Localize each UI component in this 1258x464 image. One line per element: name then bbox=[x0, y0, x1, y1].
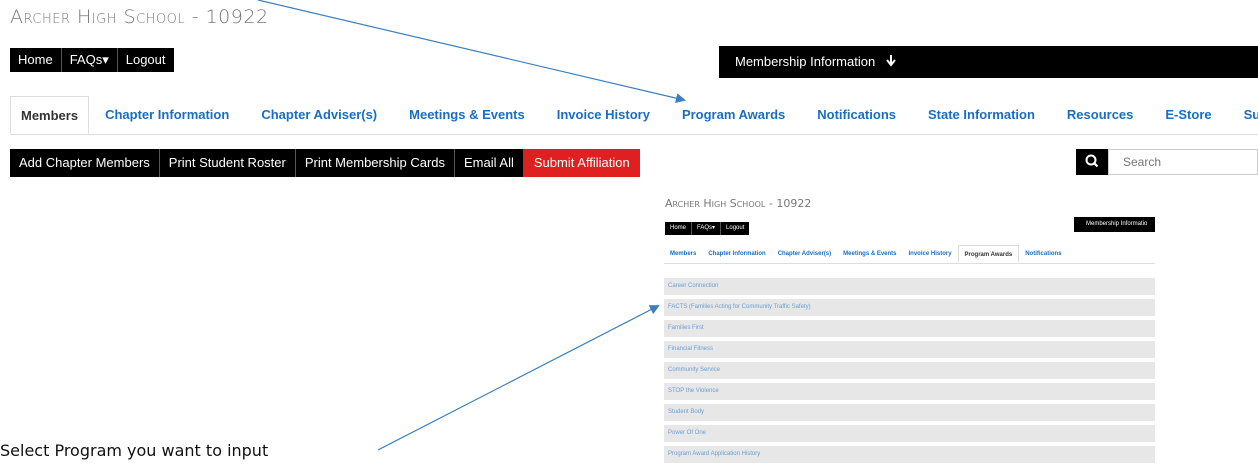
inset-school-title: Archer High School - 10922 bbox=[665, 197, 812, 210]
print-student-roster-button[interactable]: Print Student Roster bbox=[159, 149, 296, 177]
main-tabs: Members Chapter Information Chapter Advi… bbox=[10, 96, 1258, 135]
tab-resources[interactable]: Resources bbox=[1051, 96, 1149, 134]
inset-logout-button[interactable]: Logout bbox=[721, 222, 750, 235]
arrow-to-program-list bbox=[377, 305, 660, 451]
inset-top-nav: Home FAQs▾ Logout bbox=[665, 222, 750, 235]
program-item[interactable]: Career Connection bbox=[664, 278, 1155, 299]
program-item[interactable]: STOP the Violence bbox=[664, 383, 1155, 404]
program-list: Career Connection FACTS (Families Acting… bbox=[664, 278, 1155, 464]
tab-state-information[interactable]: State Information bbox=[912, 96, 1051, 134]
tab-members[interactable]: Members bbox=[10, 96, 90, 134]
tab-program-awards[interactable]: Program Awards bbox=[666, 96, 801, 134]
top-nav: Home FAQs▾ Logout bbox=[10, 48, 174, 72]
tab-e-store[interactable]: E-Store bbox=[1149, 96, 1227, 134]
program-item[interactable]: FACTS (Families Acting for Community Tra… bbox=[664, 299, 1155, 320]
search-button[interactable] bbox=[1076, 149, 1108, 175]
arrow-down-icon bbox=[886, 55, 896, 67]
inset-membership-bar[interactable]: Membership Informatio bbox=[1074, 217, 1155, 232]
home-button[interactable]: Home bbox=[10, 48, 62, 72]
inset-tabs: Members Chapter Information Chapter Advi… bbox=[664, 245, 1155, 264]
inset-faqs-dropdown[interactable]: FAQs▾ bbox=[692, 222, 722, 235]
inset-tab-notifications[interactable]: Notifications bbox=[1019, 245, 1067, 263]
inset-home-button[interactable]: Home bbox=[665, 222, 693, 235]
inset-tab-meetings-events[interactable]: Meetings & Events bbox=[837, 245, 902, 263]
program-item[interactable]: Power Of One bbox=[664, 425, 1155, 446]
submit-affiliation-button[interactable]: Submit Affiliation bbox=[523, 149, 640, 177]
search-icon bbox=[1085, 154, 1099, 168]
tab-chapter-advisers[interactable]: Chapter Adviser(s) bbox=[245, 96, 393, 134]
inset-tab-chapter-advisers[interactable]: Chapter Adviser(s) bbox=[772, 245, 837, 263]
program-item[interactable]: Student Body bbox=[664, 404, 1155, 425]
tab-chapter-information[interactable]: Chapter Information bbox=[89, 96, 245, 134]
add-chapter-members-button[interactable]: Add Chapter Members bbox=[10, 149, 160, 177]
tab-invoice-history[interactable]: Invoice History bbox=[541, 96, 666, 134]
school-title: Archer High School - 10922 bbox=[10, 6, 269, 28]
inset-tab-chapter-information[interactable]: Chapter Information bbox=[702, 245, 771, 263]
inset-tab-invoice-history[interactable]: Invoice History bbox=[903, 245, 958, 263]
tab-meetings-events[interactable]: Meetings & Events bbox=[393, 96, 541, 134]
faqs-dropdown[interactable]: FAQs▾ bbox=[61, 48, 118, 72]
tab-notifications[interactable]: Notifications bbox=[801, 96, 912, 134]
membership-info-label: Membership Information bbox=[735, 54, 876, 69]
search-input[interactable] bbox=[1108, 149, 1258, 175]
program-awards-inset-screenshot: Archer High School - 10922 Home FAQs▾ Lo… bbox=[660, 195, 1155, 464]
inset-tab-members[interactable]: Members bbox=[664, 245, 702, 263]
instruction-text: Select Program you want to input bbox=[0, 441, 269, 460]
inset-tab-program-awards[interactable]: Program Awards bbox=[957, 245, 1020, 263]
tab-surveys[interactable]: Surveys bbox=[1228, 96, 1258, 134]
program-item[interactable]: Community Service bbox=[664, 362, 1155, 383]
print-membership-cards-button[interactable]: Print Membership Cards bbox=[295, 149, 455, 177]
program-item[interactable]: Financial Fitness bbox=[664, 341, 1155, 362]
member-actions: Add Chapter Members Print Student Roster… bbox=[10, 149, 640, 177]
membership-info-bar[interactable]: Membership Information bbox=[719, 46, 1258, 78]
arrow-to-program-awards-tab bbox=[257, 0, 686, 104]
program-item[interactable]: Families First bbox=[664, 320, 1155, 341]
email-all-button[interactable]: Email All bbox=[455, 149, 524, 177]
logout-button[interactable]: Logout bbox=[117, 48, 174, 72]
program-item[interactable]: Program Award Application History bbox=[664, 446, 1155, 464]
